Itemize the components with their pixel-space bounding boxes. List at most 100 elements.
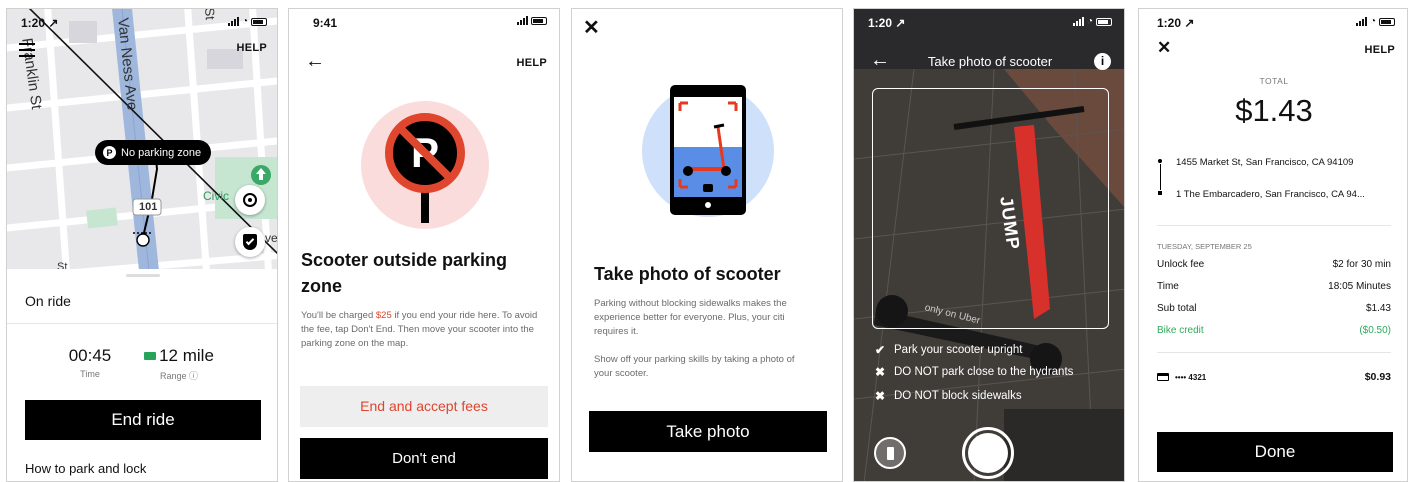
- fare-line-label: Time: [1157, 281, 1179, 292]
- signal-icon: [1355, 17, 1367, 26]
- back-arrow-icon[interactable]: ←: [305, 51, 325, 71]
- total-label: TOTAL: [1259, 76, 1289, 86]
- trip-date: TUESDAY, SEPTEMBER 25: [1157, 242, 1252, 251]
- status-bar: 1:20 ↗ ◔: [854, 9, 1124, 35]
- status-time: 1:20 ↗: [1157, 16, 1195, 30]
- locate-me-button[interactable]: [235, 185, 265, 215]
- signal-icon: [1072, 17, 1084, 26]
- fare-line-value: $2 for 30 min: [1332, 259, 1391, 270]
- photo-reason-text: Parking without blocking sidewalks makes…: [594, 298, 787, 337]
- payment-row: •••• 4321 $0.93: [1157, 371, 1391, 383]
- done-button[interactable]: Done: [1157, 432, 1393, 472]
- map-view[interactable]: Franklin St Van Ness Ave St St 101 Civic…: [7, 9, 278, 271]
- fare-line-value: 18:05 Minutes: [1328, 281, 1391, 292]
- check-icon: ✔: [874, 343, 886, 357]
- range-value: 12 mile: [159, 346, 214, 365]
- ride-time-value: 00:45: [68, 346, 112, 365]
- take-photo-button[interactable]: Take photo: [589, 411, 827, 452]
- wifi-icon: ◔: [1086, 16, 1093, 27]
- charged-amount: $0.93: [1364, 371, 1391, 383]
- route-line: [1159, 164, 1161, 190]
- close-icon[interactable]: ✕: [1157, 38, 1171, 58]
- status-time: 1:20 ↗: [21, 16, 59, 30]
- signal-icon: [227, 17, 239, 26]
- status-icons: ◔: [1355, 16, 1395, 27]
- guideline-text: DO NOT block sidewalks: [894, 390, 1022, 402]
- screen-on-ride: Franklin St Van Ness Ave St St 101 Civic…: [6, 8, 278, 482]
- fare-line: Unlock fee $2 for 30 min: [1157, 259, 1391, 270]
- phone-camera-illustration: [642, 85, 774, 217]
- battery-icon: [1096, 17, 1112, 26]
- guideline-item: ✖ DO NOT block sidewalks: [874, 389, 1022, 403]
- flashlight-button[interactable]: [874, 437, 906, 469]
- fare-line-credit: Bike credit ($0.50): [1157, 325, 1391, 336]
- guideline-text: Park your scooter upright: [894, 344, 1023, 356]
- card-number: •••• 4321: [1175, 372, 1207, 382]
- shutter-icon: [968, 433, 1008, 473]
- screen-camera: JUMP only on Uber 1:20 ↗ ◔ ← Take photo …: [853, 8, 1125, 482]
- battery-icon: [1379, 17, 1395, 26]
- shutter-button[interactable]: [962, 427, 1014, 479]
- screen-take-photo-intro: ✕ Take photo of scooter Parking without …: [571, 8, 843, 482]
- signal-icon: [517, 16, 528, 25]
- safety-button[interactable]: [235, 227, 265, 257]
- fare-line: Time 18:05 Minutes: [1157, 281, 1391, 292]
- info-icon[interactable]: i: [1094, 53, 1111, 70]
- wifi-icon: ◔: [1369, 16, 1376, 27]
- status-bar: 1:20 ↗ ◔: [7, 9, 277, 35]
- menu-icon[interactable]: [19, 43, 35, 57]
- help-button[interactable]: HELP: [516, 57, 547, 69]
- divider: [1157, 225, 1391, 226]
- dont-end-button[interactable]: Don't end: [300, 438, 548, 479]
- destination-address: 1 The Embarcadero, San Francisco, CA 94.…: [1176, 189, 1365, 200]
- wifi-icon: ◔: [241, 16, 248, 27]
- cross-icon: ✖: [874, 389, 886, 403]
- status-icons: ◔: [1072, 16, 1112, 27]
- no-parking-zone-tag: P No parking zone: [95, 140, 212, 165]
- screen-receipt: 1:20 ↗ ◔ ✕ HELP TOTAL $1.43 1455 Market …: [1138, 8, 1408, 482]
- divider: [1157, 352, 1391, 353]
- end-ride-button[interactable]: End ride: [25, 400, 261, 440]
- help-button[interactable]: HELP: [1364, 44, 1395, 56]
- sheet-title: On ride: [25, 293, 71, 309]
- ride-sheet: On ride 00:45 Time 12 mile Range ⓘ End r…: [7, 269, 277, 481]
- fare-line-value: $1.43: [1365, 303, 1391, 314]
- no-parking-icon: P: [103, 146, 116, 159]
- credit-card-icon: [1157, 373, 1169, 381]
- status-time: 9:41: [313, 16, 338, 30]
- how-to-park-link[interactable]: How to park and lock: [25, 461, 146, 476]
- battery-icon: [531, 16, 547, 25]
- status-bar: 1:20 ↗ ◔: [1139, 9, 1407, 35]
- fee-amount: $25: [375, 310, 392, 321]
- screen-outside-parking-zone: 9:41 ← HELP P Scooter outside parking zo…: [288, 8, 560, 482]
- total-amount: $1.43: [1235, 93, 1313, 128]
- help-button[interactable]: HELP: [236, 42, 267, 54]
- photo-guide-frame: [872, 88, 1109, 329]
- guideline-text: DO NOT park close to the hydrants: [894, 366, 1074, 378]
- photo-encouragement-text: Show off your parking skills by taking a…: [594, 354, 795, 379]
- battery-icon: [251, 17, 267, 26]
- fare-line: Sub total $1.43: [1157, 303, 1391, 314]
- status-icons: [517, 16, 547, 25]
- fee-explanation: You'll be charged $25 if you end your ri…: [301, 310, 538, 349]
- end-and-accept-fees-button[interactable]: End and accept fees: [300, 386, 548, 427]
- ride-time-label: Time: [80, 369, 100, 379]
- range-stat: 12 mile Range ⓘ: [141, 346, 217, 382]
- fare-line-label: Sub total: [1157, 303, 1197, 314]
- route-origin-dot: [1158, 159, 1162, 163]
- guideline-item: ✔ Park your scooter upright: [874, 343, 1023, 357]
- close-icon[interactable]: ✕: [583, 15, 600, 40]
- page-title: Scooter outside parking zone: [301, 250, 508, 296]
- shield-icon: [243, 234, 257, 250]
- range-label: Range ⓘ: [159, 371, 199, 381]
- camera-title: Take photo of scooter: [927, 54, 1053, 69]
- fare-line-label: Unlock fee: [1157, 259, 1205, 270]
- route-destination-square: [1158, 191, 1162, 195]
- crosshair-icon: [243, 193, 257, 207]
- page-title: Take photo of scooter: [594, 264, 781, 284]
- sheet-handle[interactable]: [126, 274, 160, 277]
- street-label-ve: ve: [265, 231, 278, 245]
- guideline-item: ✖ DO NOT park close to the hydrants: [874, 365, 1073, 379]
- status-bar: 9:41: [289, 9, 559, 35]
- fare-line-value: ($0.50): [1359, 325, 1391, 336]
